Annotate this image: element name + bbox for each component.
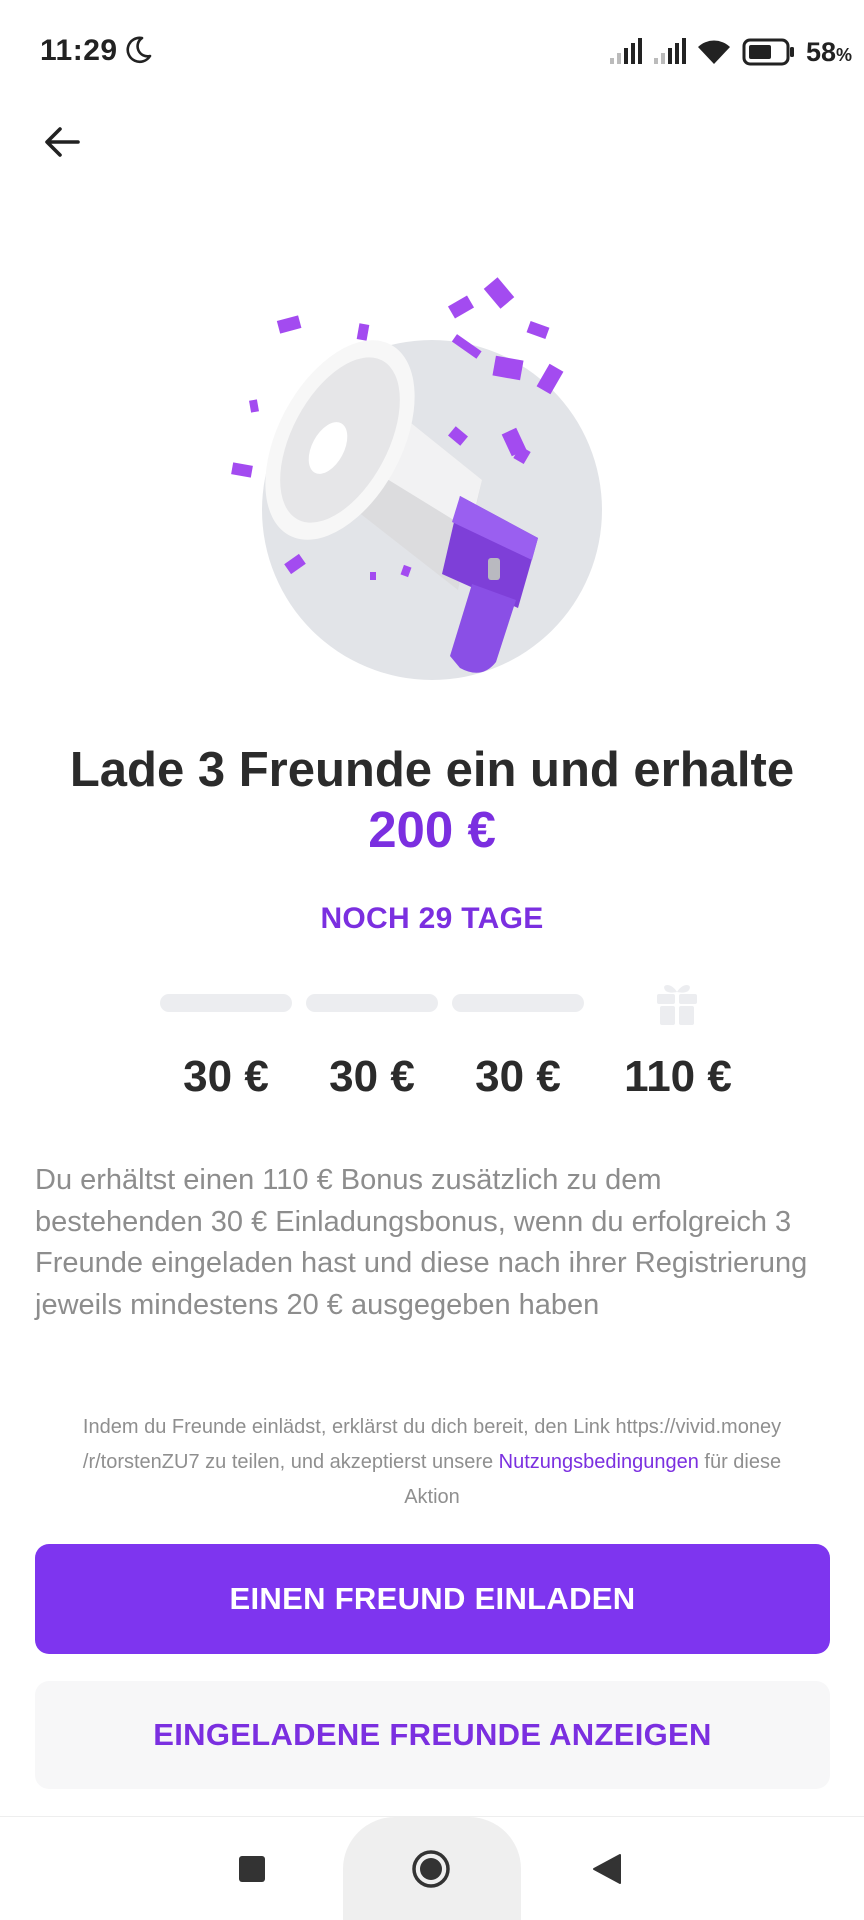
progress-segment <box>452 994 584 1012</box>
megaphone-illustration <box>231 277 602 680</box>
battery-percent: 58% <box>805 36 852 67</box>
reward-total: 200 € <box>368 801 496 858</box>
wifi-icon <box>697 40 730 64</box>
system-nav-bar <box>0 1816 864 1920</box>
bonus-description: Du erhältst einen 110 € Bonus zusätzlich… <box>35 1164 808 1321</box>
progress-segment <box>160 994 292 1012</box>
status-time: 11:29 <box>40 34 118 67</box>
headline: Lade 3 Freunde ein und erhalte <box>69 743 795 797</box>
reward-amount: 30 € <box>475 1052 561 1101</box>
arrow-left-icon <box>45 127 80 157</box>
show-invited-friends-button[interactable]: EINGELADENE FREUNDE ANZEIGEN <box>35 1681 830 1789</box>
status-bar: 11:29 58% <box>0 0 864 104</box>
terms-link[interactable]: Nutzungsbedingungen <box>499 1451 699 1473</box>
recent-apps-button[interactable] <box>238 1855 266 1883</box>
invite-friend-button[interactable]: EINEN FREUND EINLADEN <box>35 1544 830 1654</box>
battery-icon <box>742 38 794 66</box>
home-button[interactable] <box>411 1849 451 1889</box>
progress-tracker <box>160 980 740 1028</box>
back-nav-button[interactable] <box>592 1853 622 1885</box>
reward-amount-bonus: 110 € <box>624 1052 732 1101</box>
progress-segment <box>306 994 438 1012</box>
reward-amount: 30 € <box>329 1052 415 1101</box>
signal-icon <box>653 38 686 64</box>
terms-text: Indem du Freunde einlädst, erklärst du d… <box>82 1416 782 1508</box>
countdown: NOCH 29 TAGE <box>320 902 544 935</box>
signal-icon <box>609 38 642 64</box>
reward-amount: 30 € <box>183 1052 269 1101</box>
status-icons: 58% <box>608 32 852 72</box>
moon-icon <box>126 36 152 64</box>
gift-icon <box>657 985 697 1025</box>
back-button[interactable] <box>36 116 88 168</box>
